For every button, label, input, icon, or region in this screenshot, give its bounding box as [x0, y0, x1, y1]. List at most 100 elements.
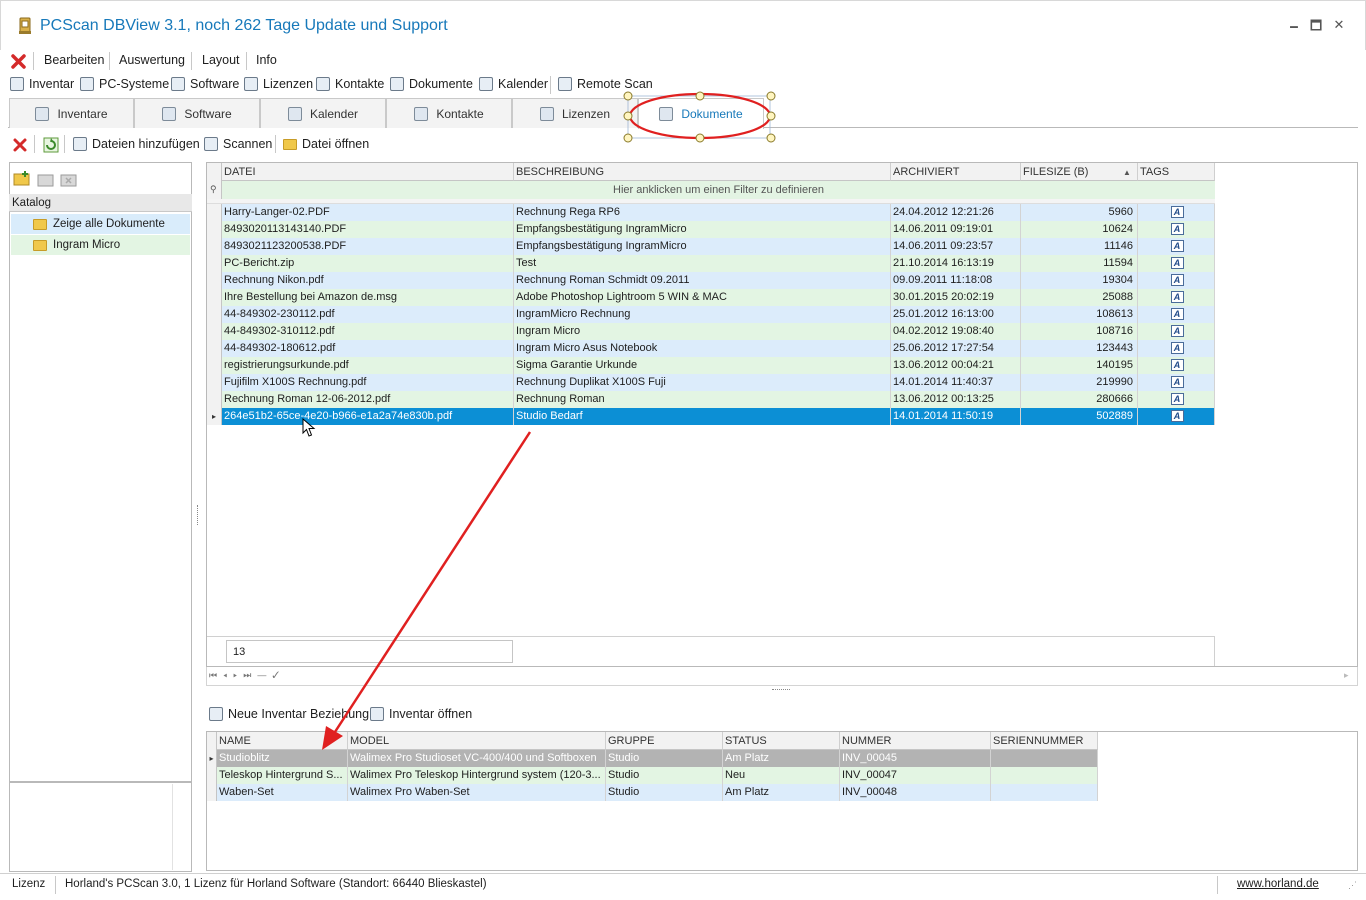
- table-row[interactable]: 8493021123200538.PDF Empfangsbestätigung …: [207, 238, 1215, 255]
- cell-filesize[interactable]: 19304: [1021, 272, 1138, 289]
- cell-tags[interactable]: A: [1138, 204, 1215, 221]
- row-indicator[interactable]: [207, 272, 222, 289]
- catalog-item-all[interactable]: Zeige alle Dokumente: [11, 214, 190, 234]
- cell-datei[interactable]: registrierungsurkunde.pdf: [222, 357, 514, 374]
- tag-icon[interactable]: A: [1170, 274, 1184, 286]
- table-row[interactable]: Teleskop Hintergrund S... Walimex Pro Tel…: [207, 767, 1098, 784]
- cell-tags[interactable]: A: [1138, 289, 1215, 306]
- row-indicator[interactable]: [207, 255, 222, 272]
- menu-layout[interactable]: Layout: [202, 53, 240, 67]
- open-file-button[interactable]: Datei öffnen: [283, 137, 369, 151]
- cell-status[interactable]: Neu: [723, 767, 840, 784]
- cell-tags[interactable]: A: [1138, 306, 1215, 323]
- table-row[interactable]: Harry-Langer-02.PDF Rechnung Rega RP6 24.0…: [207, 204, 1215, 221]
- cell-tags[interactable]: A: [1138, 391, 1215, 408]
- cell-tags[interactable]: A: [1138, 323, 1215, 340]
- resize-grip-icon[interactable]: ⋰: [1348, 880, 1357, 891]
- cell-tags[interactable]: A: [1138, 374, 1215, 391]
- website-link[interactable]: www.horland.de: [1237, 878, 1319, 890]
- tag-icon[interactable]: A: [1170, 359, 1184, 371]
- row-indicator[interactable]: [207, 767, 217, 784]
- cell-beschreibung[interactable]: Test: [514, 255, 891, 272]
- new-inventory-relation-button[interactable]: Neue Inventar Beziehung: [209, 707, 369, 721]
- cell-tags[interactable]: A: [1138, 357, 1215, 374]
- tag-icon[interactable]: A: [1170, 410, 1184, 422]
- cell-beschreibung[interactable]: Studio Bedarf: [514, 408, 891, 425]
- cell-status[interactable]: Am Platz: [723, 750, 840, 767]
- catalog-item-ingram[interactable]: Ingram Micro: [11, 235, 190, 255]
- tag-icon[interactable]: A: [1170, 342, 1184, 354]
- cell-datei[interactable]: Fujifilm X100S Rechnung.pdf: [222, 374, 514, 391]
- cell-filesize[interactable]: 25088: [1021, 289, 1138, 306]
- cell-filesize[interactable]: 140195: [1021, 357, 1138, 374]
- tag-icon[interactable]: A: [1170, 291, 1184, 303]
- cell-datei[interactable]: Harry-Langer-02.PDF: [222, 204, 514, 221]
- inv-header-status[interactable]: STATUS: [723, 732, 840, 750]
- row-indicator[interactable]: [207, 238, 222, 255]
- table-row[interactable]: ▸ 264e51b2-65ce-4e20-b966-e1a2a74e830b.pd…: [207, 408, 1215, 425]
- cell-gruppe[interactable]: Studio: [606, 784, 723, 801]
- cell-tags[interactable]: A: [1138, 272, 1215, 289]
- cell-beschreibung[interactable]: Rechnung Rega RP6: [514, 204, 891, 221]
- quick-kontakte[interactable]: Kontakte: [316, 77, 384, 91]
- inv-header-seriennummer[interactable]: SERIENNUMMER: [991, 732, 1098, 750]
- cell-archiviert[interactable]: 25.06.2012 17:27:54: [891, 340, 1021, 357]
- tag-icon[interactable]: A: [1170, 206, 1184, 218]
- horizontal-splitter[interactable]: [772, 689, 790, 692]
- splitter-handle[interactable]: [197, 505, 200, 525]
- cell-tags[interactable]: A: [1138, 238, 1215, 255]
- col-header-datei[interactable]: DATEI: [222, 163, 514, 181]
- scan-button[interactable]: Scannen: [204, 137, 272, 151]
- cell-archiviert[interactable]: 30.01.2015 20:02:19: [891, 289, 1021, 306]
- cell-archiviert[interactable]: 13.06.2012 00:04:21: [891, 357, 1021, 374]
- col-header-filesize[interactable]: FILESIZE (B): [1021, 163, 1138, 181]
- tab-software[interactable]: Software: [134, 98, 260, 128]
- tag-icon[interactable]: A: [1170, 325, 1184, 337]
- refresh-icon[interactable]: [43, 137, 59, 156]
- row-indicator[interactable]: [207, 340, 222, 357]
- cell-archiviert[interactable]: 14.06.2011 09:19:01: [891, 221, 1021, 238]
- cell-gruppe[interactable]: Studio: [606, 750, 723, 767]
- open-inventory-button[interactable]: Inventar öffnen: [370, 707, 472, 721]
- quick-software[interactable]: Software: [171, 77, 239, 91]
- table-row[interactable]: Fujifilm X100S Rechnung.pdf Rechnung Dupl…: [207, 374, 1215, 391]
- col-header-archiviert[interactable]: ARCHIVIERT: [891, 163, 1021, 181]
- tag-icon[interactable]: A: [1170, 376, 1184, 388]
- cell-beschreibung[interactable]: Rechnung Roman: [514, 391, 891, 408]
- cell-beschreibung[interactable]: Empfangsbestätigung IngramMicro: [514, 238, 891, 255]
- cell-filesize[interactable]: 11146: [1021, 238, 1138, 255]
- row-indicator[interactable]: [207, 323, 222, 340]
- table-row[interactable]: 44-849302-180612.pdf Ingram Micro Asus No…: [207, 340, 1215, 357]
- delete-folder-icon[interactable]: [60, 171, 78, 190]
- close-button[interactable]: ✕: [1329, 17, 1349, 35]
- tag-icon[interactable]: A: [1170, 223, 1184, 235]
- cell-tags[interactable]: A: [1138, 408, 1215, 425]
- cell-datei[interactable]: Ihre Bestellung bei Amazon de.msg: [222, 289, 514, 306]
- new-folder-icon[interactable]: [13, 170, 31, 189]
- table-row[interactable]: Ihre Bestellung bei Amazon de.msg Adobe P…: [207, 289, 1215, 306]
- cell-filesize[interactable]: 10624: [1021, 221, 1138, 238]
- row-indicator[interactable]: [207, 204, 222, 221]
- cell-datei[interactable]: 8493020113143140.PDF: [222, 221, 514, 238]
- tag-icon[interactable]: A: [1170, 257, 1184, 269]
- inv-header-gruppe[interactable]: GRUPPE: [606, 732, 723, 750]
- cell-tags[interactable]: A: [1138, 221, 1215, 238]
- row-indicator[interactable]: [207, 391, 222, 408]
- cell-datei[interactable]: 8493021123200538.PDF: [222, 238, 514, 255]
- quick-pc-systeme[interactable]: PC-Systeme: [80, 77, 169, 91]
- cell-datei[interactable]: 44-849302-180612.pdf: [222, 340, 514, 357]
- cell-filesize[interactable]: 502889: [1021, 408, 1138, 425]
- cell-filesize[interactable]: 280666: [1021, 391, 1138, 408]
- row-indicator[interactable]: [207, 357, 222, 374]
- col-header-tags[interactable]: TAGS: [1138, 163, 1215, 181]
- cell-beschreibung[interactable]: Sigma Garantie Urkunde: [514, 357, 891, 374]
- cell-filesize[interactable]: 108716: [1021, 323, 1138, 340]
- cell-archiviert[interactable]: 04.02.2012 19:08:40: [891, 323, 1021, 340]
- menu-bearbeiten[interactable]: Bearbeiten: [44, 53, 104, 67]
- cell-beschreibung[interactable]: Adobe Photoshop Lightroom 5 WIN & MAC: [514, 289, 891, 306]
- cell-nummer[interactable]: INV_00048: [840, 784, 991, 801]
- table-row[interactable]: Rechnung Roman 12-06-2012.pdf Rechnung Ro…: [207, 391, 1215, 408]
- cell-beschreibung[interactable]: Ingram Micro Asus Notebook: [514, 340, 891, 357]
- table-row[interactable]: Waben-Set Walimex Pro Waben-Set Studio Am P…: [207, 784, 1098, 801]
- delete-icon[interactable]: [12, 137, 28, 156]
